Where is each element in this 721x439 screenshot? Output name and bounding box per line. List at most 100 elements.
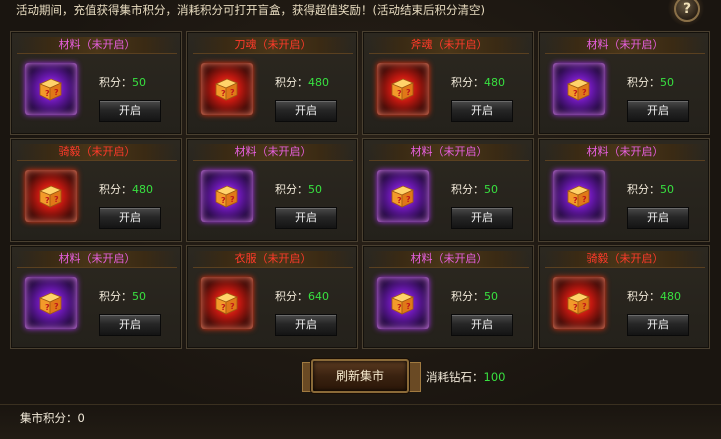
open-button[interactable]: 开启: [99, 207, 161, 229]
open-button[interactable]: 开启: [627, 314, 689, 336]
svg-text:?: ?: [573, 196, 578, 205]
card-score: 积分：50: [451, 181, 498, 197]
card-score: 积分：50: [627, 181, 674, 197]
blind-box-card: 材料（未开启）?? 积分：50 开启: [186, 138, 358, 242]
card-title: 材料（未开启）: [58, 252, 136, 265]
card-title: 材料（未开启）: [410, 145, 488, 158]
refresh-cost: 消耗钻石：100: [426, 369, 505, 385]
open-button[interactable]: 开启: [451, 314, 513, 336]
open-button[interactable]: 开启: [275, 314, 337, 336]
svg-text:?: ?: [45, 89, 50, 98]
open-button[interactable]: 开启: [451, 207, 513, 229]
svg-text:?: ?: [221, 89, 226, 98]
card-header: 斧魂（未开启）: [369, 37, 529, 54]
blind-box-grid: 材料（未开启）?? 积分：50 开启 刀魂（未开启）?? 积分：480 开启 斧魂（未开启）…: [10, 31, 713, 352]
score-label: 积分：: [99, 76, 132, 89]
score-label: 积分：: [627, 290, 660, 303]
score-label: 积分：: [451, 290, 484, 303]
score-value: 50: [132, 290, 146, 303]
svg-text:?: ?: [406, 302, 411, 311]
card-score: 积分：480: [99, 181, 153, 197]
svg-text:?: ?: [582, 88, 587, 97]
event-notice: 活动期间，充值获得集市积分，消耗积分可打开盲盒，获得超值奖励！(活动结束后积分清…: [16, 3, 485, 17]
blind-box-slot[interactable]: ??: [377, 277, 429, 329]
mystery-box-icon: ??: [566, 78, 591, 101]
svg-text:?: ?: [397, 196, 402, 205]
open-button[interactable]: 开启: [627, 207, 689, 229]
score-value: 50: [660, 76, 674, 89]
svg-text:?: ?: [582, 195, 587, 204]
card-score: 积分：50: [627, 74, 674, 90]
blind-box-slot[interactable]: ??: [201, 63, 253, 115]
refresh-ornament-right: [409, 362, 421, 392]
blind-box-slot[interactable]: ??: [377, 170, 429, 222]
cost-value: 100: [483, 370, 506, 384]
svg-text:?: ?: [230, 88, 235, 97]
score-label: 积分：: [275, 183, 308, 196]
refresh-market-button[interactable]: 刷新集市: [311, 359, 409, 393]
mystery-box-icon: ??: [390, 78, 415, 101]
svg-text:?: ?: [221, 303, 226, 312]
score-value: 50: [308, 183, 322, 196]
mystery-box-icon: ??: [38, 185, 63, 208]
svg-text:?: ?: [582, 302, 587, 311]
blind-box-slot[interactable]: ??: [553, 170, 605, 222]
card-header: 材料（未开启）: [17, 37, 177, 54]
card-title: 骑毅（未开启）: [586, 252, 664, 265]
open-button[interactable]: 开启: [99, 314, 161, 336]
open-button[interactable]: 开启: [99, 100, 161, 122]
blind-box-card: 衣服（未开启）?? 积分：640 开启: [186, 245, 358, 349]
card-header: 骑毅（未开启）: [17, 144, 177, 161]
score-value: 480: [132, 183, 153, 196]
blind-box-card: 材料（未开启）?? 积分：50 开启: [10, 245, 182, 349]
score-label: 积分：: [99, 290, 132, 303]
mystery-box-icon: ??: [38, 292, 63, 315]
card-score: 积分：640: [275, 288, 329, 304]
card-title: 材料（未开启）: [234, 145, 312, 158]
score-value: 50: [484, 183, 498, 196]
svg-text:?: ?: [397, 303, 402, 312]
card-title: 材料（未开启）: [586, 145, 664, 158]
cost-label: 消耗钻石：: [426, 370, 484, 384]
card-score: 积分：480: [275, 74, 329, 90]
blind-box-slot[interactable]: ??: [553, 63, 605, 115]
svg-text:?: ?: [406, 88, 411, 97]
svg-text:?: ?: [573, 303, 578, 312]
open-button[interactable]: 开启: [451, 100, 513, 122]
blind-box-slot[interactable]: ??: [25, 277, 77, 329]
mystery-box-icon: ??: [566, 292, 591, 315]
svg-text:?: ?: [45, 196, 50, 205]
blind-box-slot[interactable]: ??: [25, 63, 77, 115]
blind-box-card: 材料（未开启）?? 积分：50 开启: [538, 138, 710, 242]
open-button[interactable]: 开启: [275, 100, 337, 122]
card-title: 材料（未开启）: [410, 252, 488, 265]
blind-box-slot[interactable]: ??: [377, 63, 429, 115]
card-title: 刀魂（未开启）: [234, 38, 312, 51]
open-button[interactable]: 开启: [627, 100, 689, 122]
score-value: 640: [308, 290, 329, 303]
card-title: 材料（未开启）: [586, 38, 664, 51]
score-value: 480: [660, 290, 681, 303]
score-value: 480: [308, 76, 329, 89]
market-score-value: 0: [77, 411, 85, 425]
blind-box-card: 刀魂（未开启）?? 积分：480 开启: [186, 31, 358, 135]
blind-box-slot[interactable]: ??: [25, 170, 77, 222]
card-header: 材料（未开启）: [369, 251, 529, 268]
blind-box-card: 材料（未开启）?? 积分：50 开启: [10, 31, 182, 135]
card-header: 骑毅（未开启）: [545, 251, 705, 268]
card-score: 积分：480: [627, 288, 681, 304]
open-button[interactable]: 开启: [275, 207, 337, 229]
svg-text:?: ?: [397, 89, 402, 98]
card-score: 积分：50: [99, 74, 146, 90]
blind-box-slot[interactable]: ??: [553, 277, 605, 329]
svg-text:?: ?: [54, 88, 59, 97]
card-title: 材料（未开启）: [58, 38, 136, 51]
card-title: 骑毅（未开启）: [58, 145, 136, 158]
card-header: 材料（未开启）: [545, 37, 705, 54]
mystery-box-icon: ??: [214, 78, 239, 101]
blind-box-card: 骑毅（未开启）?? 积分：480 开启: [538, 245, 710, 349]
mystery-box-icon: ??: [214, 185, 239, 208]
blind-box-slot[interactable]: ??: [201, 170, 253, 222]
score-label: 积分：: [451, 183, 484, 196]
blind-box-slot[interactable]: ??: [201, 277, 253, 329]
